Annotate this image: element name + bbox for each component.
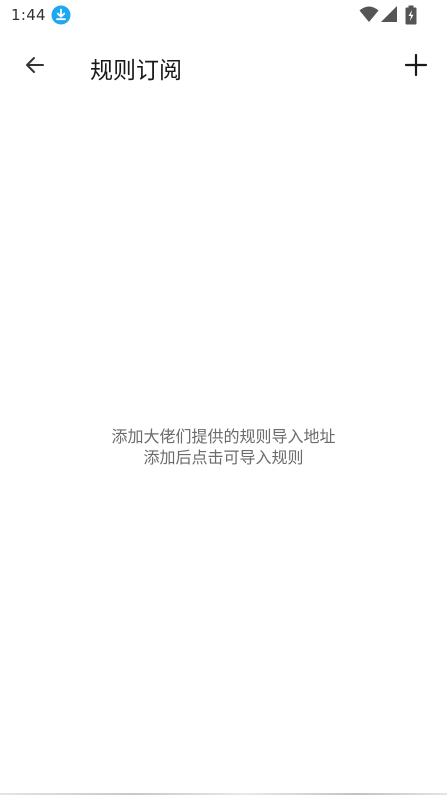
- empty-state-line-1: 添加大佬们提供的规则导入地址: [111, 427, 336, 446]
- app-bar: 规则订阅: [0, 30, 447, 100]
- add-subscription-button[interactable]: [395, 44, 437, 86]
- status-time: 1:44: [11, 6, 46, 24]
- wifi-icon: [359, 6, 379, 22]
- battery-charging-icon: [405, 5, 417, 25]
- empty-state-message: 添加大佬们提供的规则导入地址 添加后点击可导入规则: [0, 426, 447, 468]
- arrow-left-icon: [26, 57, 44, 73]
- empty-state-line-2: 添加后点击可导入规则: [143, 448, 304, 467]
- status-bar: 1:44: [0, 0, 447, 30]
- back-button[interactable]: [14, 44, 56, 86]
- page-title: 规则订阅: [90, 58, 182, 84]
- download-icon: [51, 5, 71, 25]
- plus-icon: [404, 53, 428, 77]
- cell-signal-icon: [381, 6, 397, 22]
- status-icons: [359, 5, 439, 25]
